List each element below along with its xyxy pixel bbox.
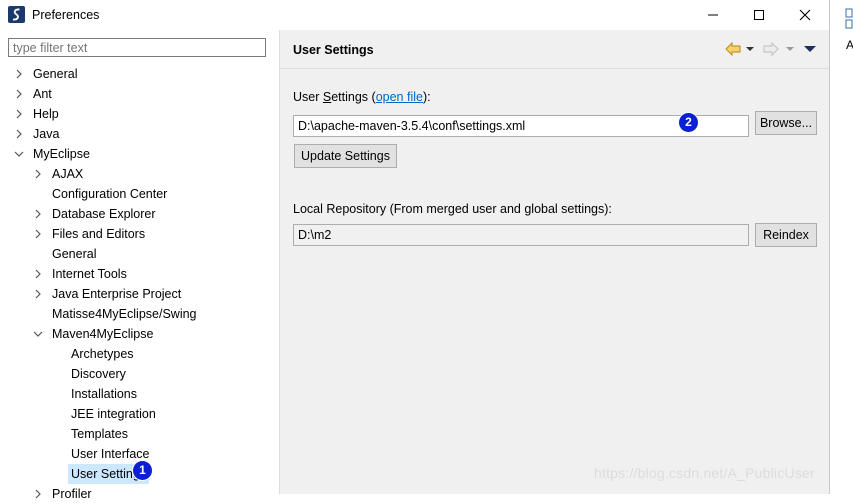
edge-icon [845,8,853,29]
tree-item-label: General [33,67,78,81]
myeclipse-app-icon [8,6,25,23]
window-title: Preferences [32,8,100,22]
user-settings-label-suffix: ): [422,90,431,104]
local-repository-label: Local Repository (From merged user and g… [293,202,612,216]
open-file-link[interactable]: open file [376,90,423,104]
background-window-edge: A [830,0,853,494]
chevron-right-icon[interactable] [32,264,44,284]
chevron-right-icon[interactable] [13,124,25,144]
tree-item-label: Installations [71,387,138,401]
browse-button[interactable]: Browse... [755,111,817,135]
maximize-icon [754,10,764,20]
local-repository-value: D:\m2 [298,228,332,242]
chevron-down-icon[interactable] [32,324,44,344]
forward-arrow-icon[interactable] [763,40,779,58]
tree-item-label: Matisse4MyEclipse/Swing [52,307,197,321]
tree-item-label: Java Enterprise Project [52,287,182,301]
tree-item[interactable]: Installations [0,384,279,404]
user-settings-value: D:\apache-maven-3.5.4\conf\settings.xml [298,119,526,133]
filter-input[interactable] [9,39,265,56]
tree-item[interactable]: Discovery [0,364,279,384]
filter-field[interactable] [8,38,266,57]
local-repository-field: D:\m2 [293,224,749,246]
chevron-right-icon[interactable] [32,204,44,224]
maximize-button[interactable] [736,0,782,30]
step-badge-1: 1 [133,461,152,480]
chevron-down-icon[interactable] [13,144,25,164]
tree-item[interactable]: Archetypes [0,344,279,364]
tree-item-label: General [52,247,97,261]
tree-item-label: Database Explorer [52,207,156,221]
tree-item[interactable]: General [0,64,279,84]
close-icon [799,9,811,21]
tree-item[interactable]: MyEclipse [0,144,279,164]
tree-item[interactable]: Ant [0,84,279,104]
tree-item[interactable]: Profiler [0,484,279,504]
tree-item[interactable]: Java Enterprise Project [0,284,279,304]
tree-item[interactable]: Files and Editors [0,224,279,244]
view-menu-icon[interactable] [803,40,817,58]
close-button[interactable] [782,0,828,30]
tree-item-label: JEE integration [71,407,156,421]
tree-item[interactable]: Configuration Center [0,184,279,204]
tree-item-label: Help [33,107,59,121]
tree-item-label: Maven4MyEclipse [52,327,154,341]
preferences-window: Preferences General Ant Help Java MyEclipse A… [0,0,830,501]
tree-item[interactable]: General [0,244,279,264]
tree-item-label: Templates [71,427,128,441]
tree-item[interactable]: Templates [0,424,279,444]
tree-item[interactable]: Java [0,124,279,144]
user-settings-label: User Settings (open file): [293,90,431,104]
chevron-right-icon[interactable] [32,484,44,504]
tree-item-label: Discovery [71,367,126,381]
update-settings-button[interactable]: Update Settings [294,144,397,168]
settings-page: User Settings User Settings (open file):… [280,30,829,494]
chevron-right-icon[interactable] [32,224,44,244]
step-badge-2: 2 [679,113,698,132]
forward-menu-chevron-icon[interactable] [785,40,795,58]
back-arrow-icon[interactable] [725,40,741,58]
edge-letter: A [846,38,853,52]
back-menu-chevron-icon[interactable] [745,40,755,58]
minimize-button[interactable] [690,0,736,30]
tree-item[interactable]: Matisse4MyEclipse/Swing [0,304,279,324]
user-settings-mnemonic: S [322,90,332,104]
chevron-right-icon[interactable] [13,84,25,104]
title-bar: Preferences [0,0,829,30]
tree-item[interactable]: Maven4MyEclipse [0,324,279,344]
chevron-right-icon[interactable] [13,104,25,124]
chevron-right-icon[interactable] [32,284,44,304]
chevron-right-icon[interactable] [13,64,25,84]
tree-item-label: Java [33,127,60,141]
page-header: User Settings [280,30,829,69]
tree-item-label: Internet Tools [52,267,127,281]
tree-item-label: Archetypes [71,347,134,361]
watermark: https://blog.csdn.net/A_PublicUser [594,465,815,481]
chevron-right-icon[interactable] [32,164,44,184]
tree-item-label: AJAX [52,167,84,181]
tree-item-label: Profiler [52,487,92,501]
tree-item[interactable]: Internet Tools [0,264,279,284]
tree-item[interactable]: Database Explorer [0,204,279,224]
tree-item-label: MyEclipse [33,147,90,161]
page-title: User Settings [293,43,374,57]
tree-item-label: Configuration Center [52,187,168,201]
reindex-button[interactable]: Reindex [755,223,817,247]
user-settings-label-rest: ettings ( [331,90,376,104]
user-settings-label-prefix: User [293,90,323,104]
preferences-tree-pane: General Ant Help Java MyEclipse AJAX Configura… [0,30,280,501]
tree-item-label: Files and Editors [52,227,146,241]
tree-item[interactable]: JEE integration [0,404,279,424]
tree-item[interactable]: Help [0,104,279,124]
tree-item-label: Ant [33,87,52,101]
tree-item[interactable]: AJAX [0,164,279,184]
minimize-icon [708,14,718,16]
